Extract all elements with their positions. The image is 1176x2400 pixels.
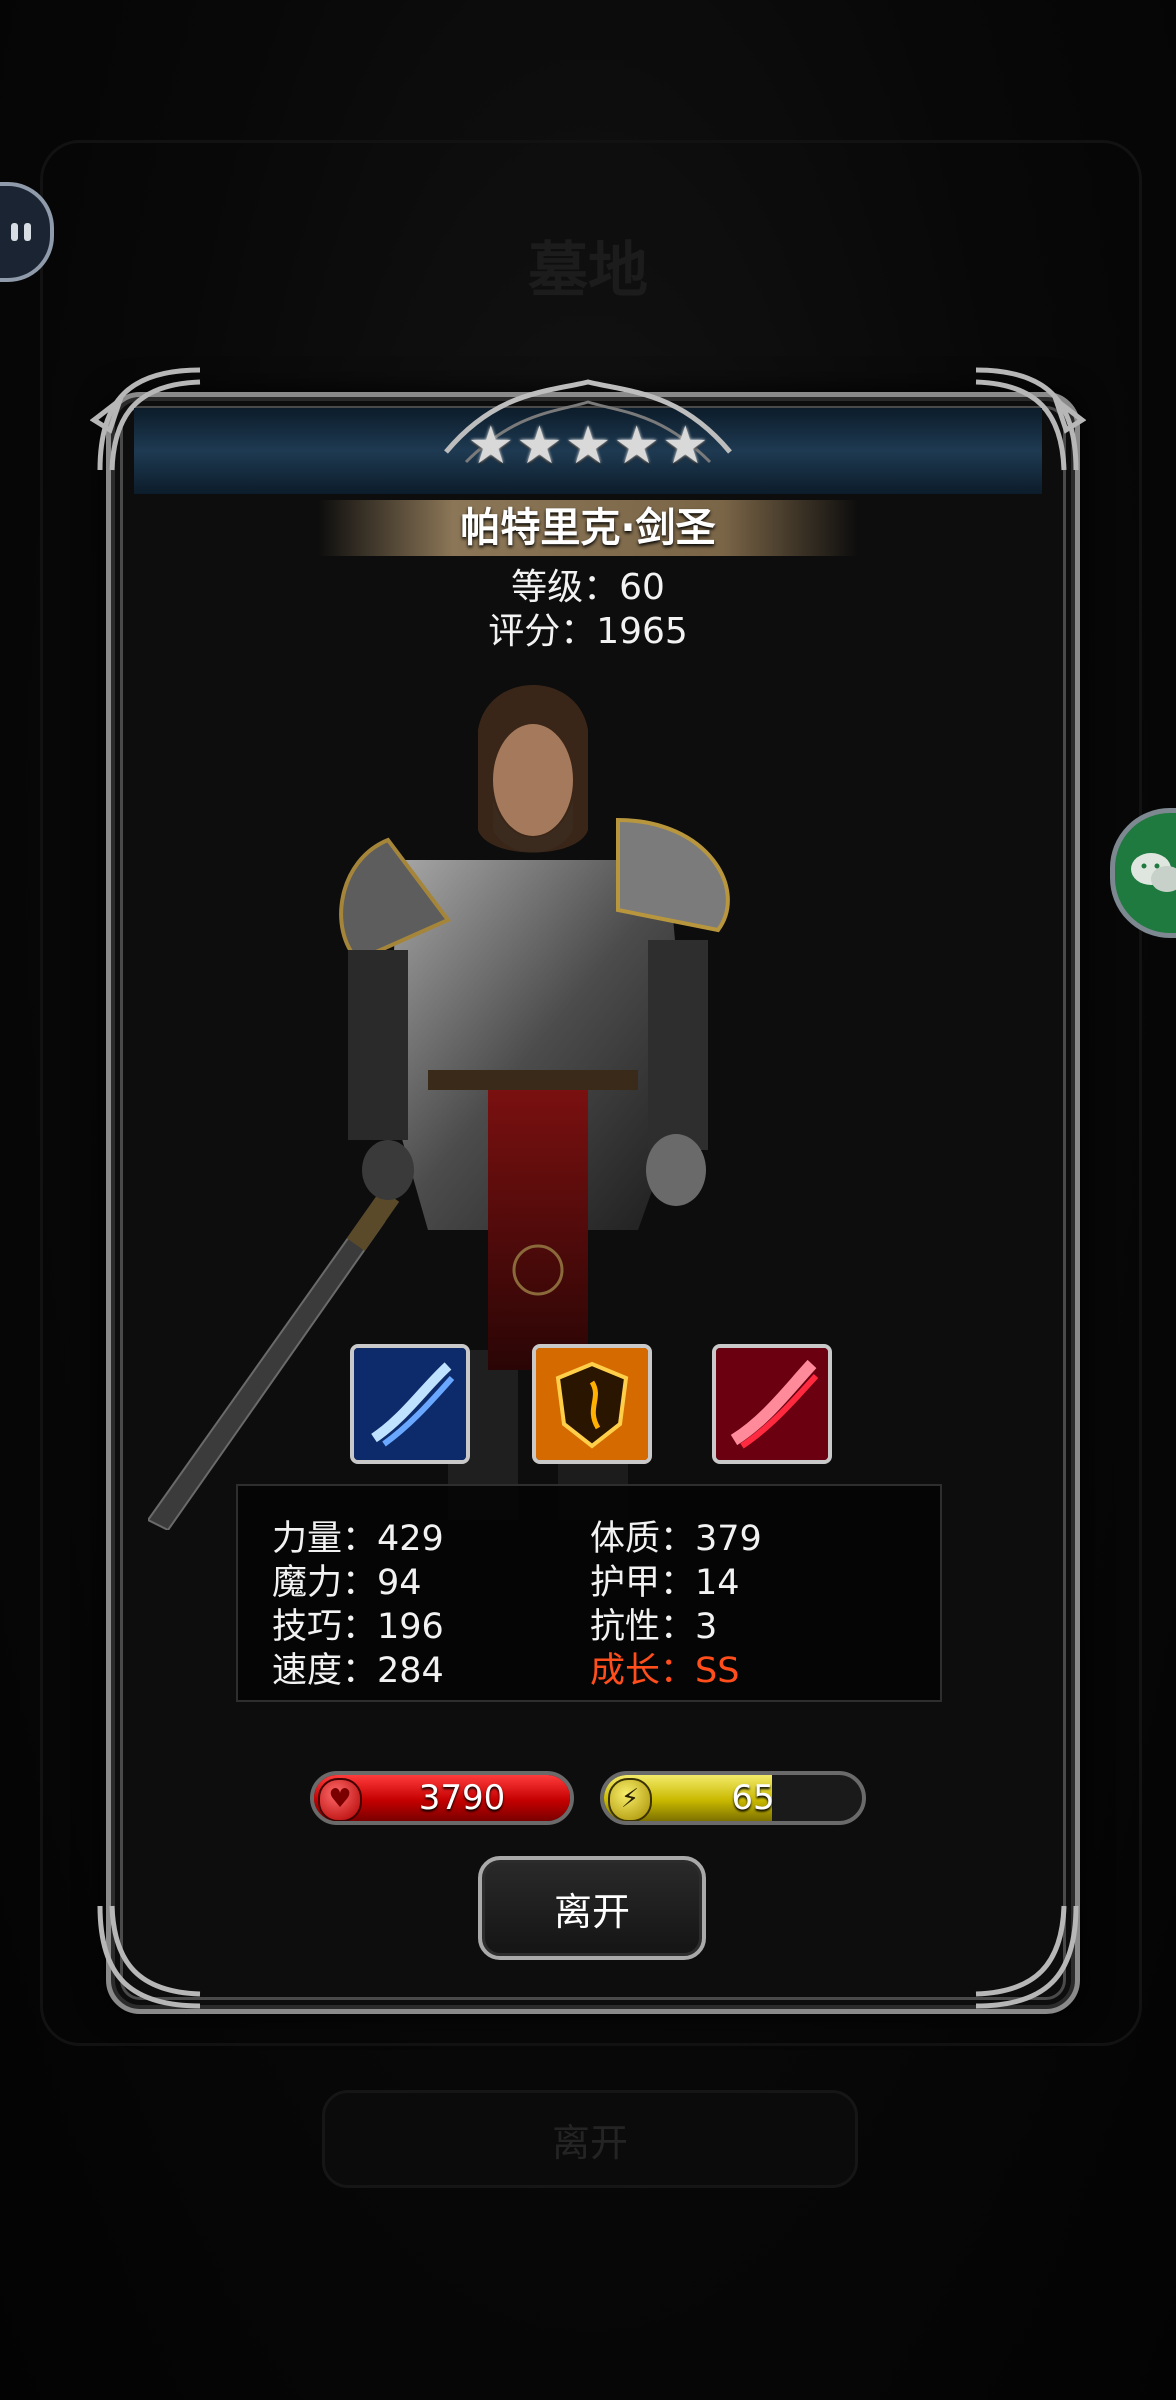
hero-name: 帕特里克·剑圣 [460,505,716,551]
skill-slot-3[interactable] [712,1344,832,1464]
energy-value: 65 [731,1778,775,1818]
pause-icon [11,223,31,241]
attribute-panel: 力量：429 体质：379 魔力：94 护甲：14 技巧：196 抗性：3 速度… [236,1484,942,1702]
stat-growth: 成长：SS [590,1651,740,1691]
skill-slot-2[interactable] [532,1344,652,1464]
flame-shield-skill-icon [536,1348,648,1460]
skill-slot-1[interactable] [350,1344,470,1464]
background-title: 墓地 [528,236,648,306]
hp-bar: ♥ 3790 [310,1771,574,1825]
stat-speed: 速度：284 [272,1651,444,1691]
frame-corner-ornament [97,1905,201,2009]
wechat-icon [1131,853,1176,892]
star-icon: ★ [613,416,660,476]
red-slash-skill-icon [716,1348,828,1460]
star-icon: ★ [661,416,709,476]
star-icon: ★ [516,416,563,476]
star-icon: ★ [467,416,515,476]
blue-slash-skill-icon [354,1348,466,1460]
star-rating: ★ ★ ★ ★ ★ [467,408,708,484]
star-icon: ★ [564,416,612,476]
energy-bar: ⚡ 65 [600,1771,866,1825]
frame-corner-ornament [975,1905,1079,2009]
hero-score: 评分：1965 [488,611,688,652]
hp-value: 3790 [418,1778,506,1818]
leave-button[interactable]: 离开 [478,1856,706,1960]
background-leave-button: 离开 [322,2090,858,2188]
